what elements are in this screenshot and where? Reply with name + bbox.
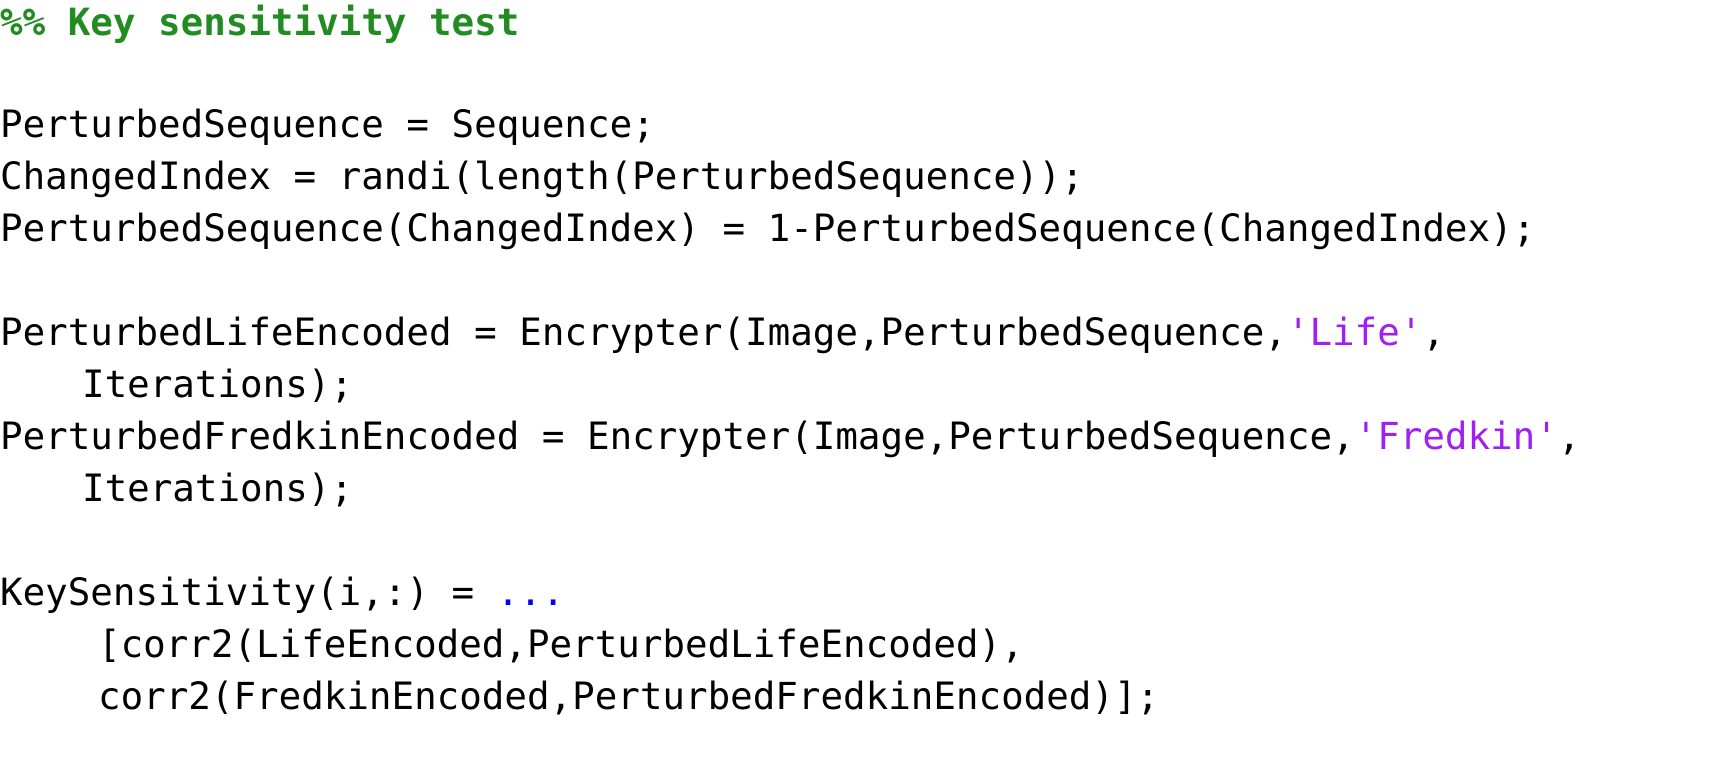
string-literal-fredkin: 'Fredkin' [1354,414,1558,458]
code-text: PerturbedFredkinEncoded = Encrypter(Imag… [0,414,1355,458]
code-text: KeySensitivity(i,:) = [0,570,497,614]
code-line-corr-life: [corr2(LifeEncoded,PerturbedLifeEncoded)… [98,622,1024,666]
code-editor[interactable]: %% Key sensitivity test PerturbedSequenc… [0,0,1709,774]
code-line-key-sensitivity: KeySensitivity(i,:) = ... [0,566,564,618]
string-literal-life: 'Life' [1286,310,1423,354]
code-line-life-encoded: PerturbedLifeEncoded = Encrypter(Image,P… [0,306,1445,358]
code-line-changed-index: ChangedIndex = randi(length(PerturbedSeq… [0,154,1084,198]
code-line-assign-perturbed: PerturbedSequence = Sequence; [0,102,655,146]
code-line-life-encoded-continuation: Iterations); [82,362,353,406]
code-text: , [1422,310,1445,354]
section-comment: %% Key sensitivity test [0,0,520,44]
code-text: , [1557,414,1581,458]
line-continuation: ... [496,570,565,614]
code-line-corr-fredkin: corr2(FredkinEncoded,PerturbedFredkinEnc… [98,674,1160,718]
code-text: PerturbedLifeEncoded = Encrypter(Image,P… [0,310,1287,354]
code-line-fredkin-encoded-continuation: Iterations); [82,466,353,510]
code-line-fredkin-encoded: PerturbedFredkinEncoded = Encrypter(Imag… [0,410,1580,462]
code-line-section-comment: %% Key sensitivity test [0,0,519,48]
code-line-flip-bit: PerturbedSequence(ChangedIndex) = 1-Pert… [0,206,1536,250]
